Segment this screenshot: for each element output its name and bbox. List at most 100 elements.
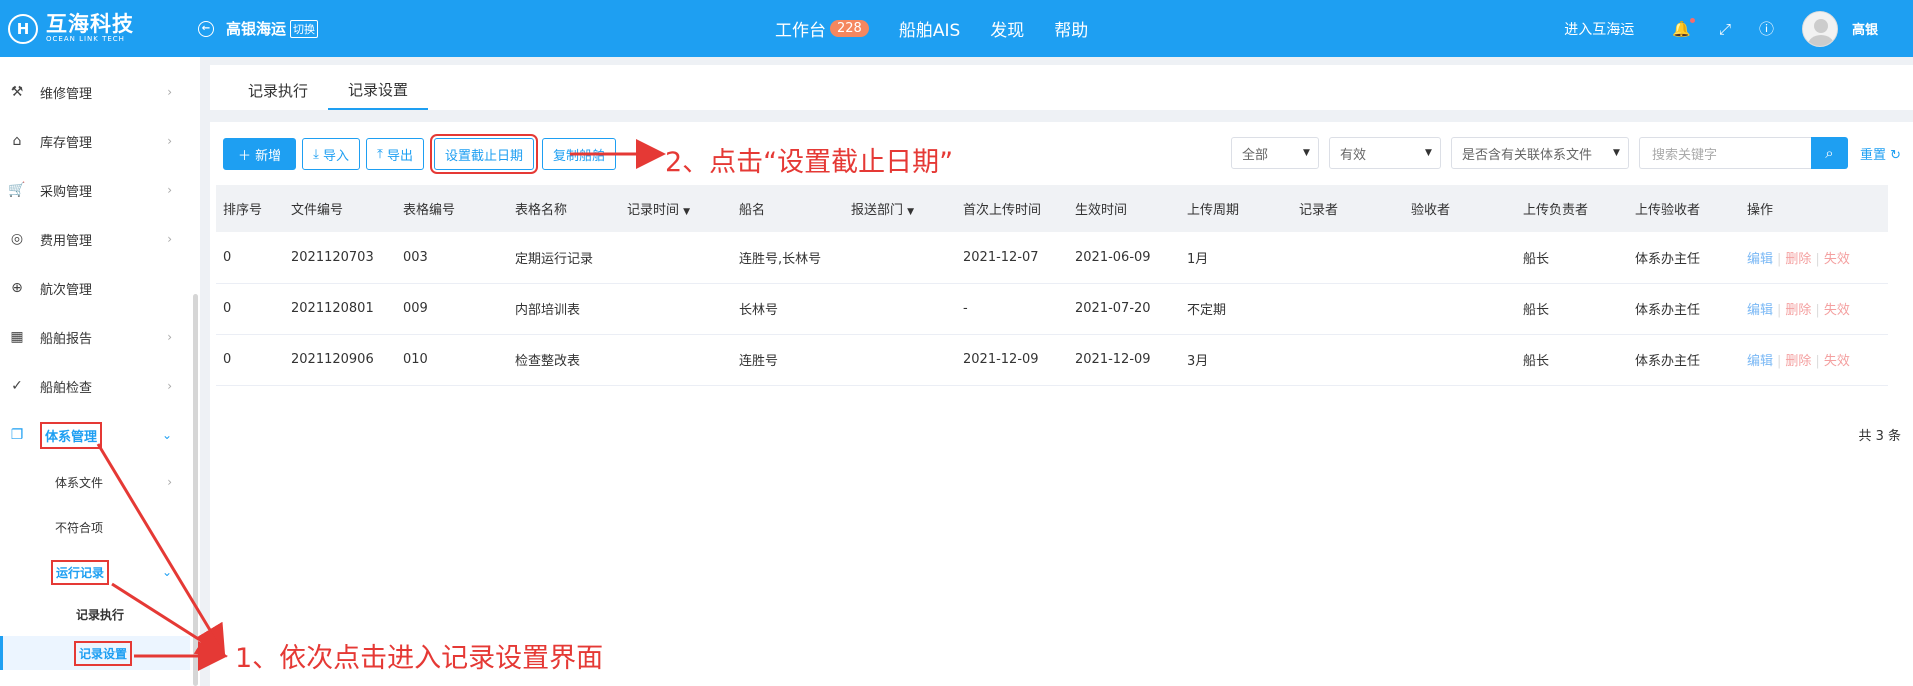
chevron-right-icon: › (167, 183, 172, 197)
cell-upload-owner: 船长 (1516, 232, 1628, 284)
fullscreen-icon[interactable]: ⤢ (1719, 20, 1731, 38)
cell-recorder (1292, 232, 1404, 284)
sidebar-item-ship-report[interactable]: ▦ 船舶报告 › (0, 317, 190, 357)
sidebar-sub-record-exec[interactable]: 记录执行 (0, 597, 190, 631)
cell-form-name: 定期运行记录 (508, 232, 620, 284)
calendar-icon: ▦ (10, 329, 24, 345)
delete-link[interactable]: 删除 (1785, 303, 1811, 318)
validity-select[interactable]: 有效 ▼ (1328, 137, 1441, 169)
delete-link[interactable]: 删除 (1785, 354, 1811, 369)
delete-link[interactable]: 删除 (1785, 252, 1811, 267)
avatar[interactable] (1801, 10, 1838, 47)
help-icon[interactable]: ⓘ (1759, 18, 1774, 39)
nav-workbench[interactable]: 工作台 228 (775, 16, 869, 41)
divider: | (1777, 354, 1782, 369)
edit-link[interactable]: 编辑 (1747, 252, 1773, 267)
nav-ais[interactable]: 船舶AIS (899, 16, 960, 41)
cell-sort-no: 0 (216, 232, 284, 284)
sidebar-sub-label: 体系文件 (55, 475, 104, 490)
sidebar-item-maintenance[interactable]: ⚒ 维修管理 › (0, 72, 190, 112)
nav-help[interactable]: 帮助 (1054, 16, 1088, 41)
invalidate-link[interactable]: 失效 (1824, 252, 1850, 267)
sidebar-item-label: 航次管理 (40, 282, 93, 298)
reset-label: 重置 (1859, 147, 1886, 163)
divider: | (1815, 303, 1820, 318)
cell-form-name: 检查整改表 (508, 334, 620, 386)
main-panel: ＋ 新增 ⤓ 导入 ⤒ 导出 设置截止日期 复制船舶 全部 ▼ 有效 ▼ 是否含… (210, 122, 1913, 686)
enter-hhy-link[interactable]: 进入互海运 (1564, 19, 1634, 39)
col-first-upload: 首次上传时间 (956, 185, 1068, 232)
toolbar: ＋ 新增 ⤓ 导入 ⤒ 导出 设置截止日期 复制船舶 (223, 134, 622, 174)
export-button[interactable]: ⤒ 导出 (366, 138, 424, 170)
col-acceptor: 验收者 (1404, 185, 1516, 232)
col-form-no: 表格编号 (396, 185, 508, 232)
reset-button[interactable]: 重置 ↻ (1860, 144, 1901, 163)
col-upload-cycle: 上传周期 (1180, 185, 1292, 232)
related-files-select[interactable]: 是否含有关联体系文件 ▼ (1450, 137, 1629, 169)
table-row: 0 2021120703 003 定期运行记录 连胜号,长林号 2021-12-… (216, 232, 1888, 284)
sidebar-sub-record-settings[interactable]: 记录设置 (0, 636, 190, 670)
sidebar-sub-nonconformity[interactable]: 不符合项 (0, 510, 190, 544)
cell-first-upload: - (956, 283, 1068, 335)
col-form-name: 表格名称 (508, 185, 620, 232)
invalidate-link[interactable]: 失效 (1824, 354, 1850, 369)
sidebar-item-ship-inspection[interactable]: ✓ 船舶检查 › (0, 366, 190, 406)
search-button[interactable]: ⌕ (1810, 137, 1848, 169)
add-button[interactable]: ＋ 新增 (223, 138, 297, 170)
cell-department (844, 334, 956, 386)
cell-actions: 编辑 | 删除 | 失效 (1740, 283, 1888, 335)
col-record-time[interactable]: 记录时间 ▼ (620, 185, 732, 232)
invalidate-link[interactable]: 失效 (1824, 303, 1850, 318)
add-button-label: 新增 (255, 148, 282, 164)
switch-button[interactable]: 切换 (290, 19, 319, 38)
nav-discover[interactable]: 发现 (990, 16, 1024, 41)
cell-form-no: 009 (396, 283, 508, 335)
cell-ship-name: 长林号 (732, 283, 844, 335)
col-department[interactable]: 报送部门 ▼ (844, 185, 956, 232)
divider: | (1777, 303, 1782, 318)
sidebar-item-label: 船舶检查 (40, 380, 93, 396)
brand-logo[interactable]: H 互海科技 OCEAN LINK TECH (0, 13, 190, 44)
cell-acceptor (1404, 232, 1516, 284)
company-switcher[interactable]: ← 高银海运 切换 (198, 18, 319, 39)
chevron-right-icon: › (167, 232, 172, 246)
col-file-no: 文件编号 (284, 185, 396, 232)
back-icon[interactable]: ← (198, 20, 214, 37)
import-button-label: 导入 (323, 148, 350, 164)
globe-icon: ⊕ (11, 280, 23, 296)
cell-record-time (620, 283, 732, 335)
sidebar-sub-label: 不符合项 (55, 520, 104, 535)
sidebar-sub-system-files[interactable]: 体系文件 › (0, 465, 190, 499)
sidebar-item-voyage[interactable]: ⊕ 航次管理 (0, 268, 190, 308)
import-button[interactable]: ⤓ 导入 (302, 138, 361, 170)
cell-acceptor (1404, 283, 1516, 335)
sidebar-sub-label: 运行记录 (51, 559, 110, 585)
table-row: 0 2021120906 010 检查整改表 连胜号 2021-12-09 20… (216, 334, 1888, 386)
cell-upload-cycle: 1月 (1180, 232, 1292, 284)
sidebar-item-purchase[interactable]: 🛒 采购管理 › (0, 170, 190, 210)
validity-value: 有效 (1339, 147, 1366, 163)
sidebar-sub-label: 记录设置 (74, 640, 133, 666)
tab-record-exec[interactable]: 记录执行 (228, 70, 328, 110)
username[interactable]: 高银 (1852, 19, 1878, 38)
edit-link[interactable]: 编辑 (1747, 303, 1773, 318)
sidebar-item-expense[interactable]: ◎ 费用管理 › (0, 219, 190, 259)
tab-record-settings[interactable]: 记录设置 (328, 70, 429, 110)
status-all-select[interactable]: 全部 ▼ (1230, 137, 1319, 169)
sidebar-item-inventory[interactable]: ⌂ 库存管理 › (0, 121, 190, 161)
cell-upload-owner: 船长 (1516, 334, 1628, 386)
cell-file-no: 2021120906 (284, 334, 396, 386)
edit-link[interactable]: 编辑 (1747, 354, 1773, 369)
table-row: 0 2021120801 009 内部培训表 长林号 - 2021-07-20 … (216, 283, 1888, 335)
sidebar-sub-run-records[interactable]: 运行记录 ⌄ (0, 555, 190, 589)
caret-down-icon: ▼ (1303, 148, 1310, 158)
sidebar-item-system[interactable]: ❐ 体系管理 ⌄ (0, 415, 190, 455)
bell-icon[interactable]: 🔔 (1672, 17, 1695, 38)
search-input[interactable]: 搜索关键字 (1638, 137, 1811, 169)
set-deadline-button[interactable]: 设置截止日期 (429, 134, 538, 174)
sidebar-item-label: 船舶报告 (40, 331, 93, 347)
chevron-right-icon: › (167, 85, 172, 99)
sidebar-scrollbar[interactable] (193, 294, 198, 686)
copy-ship-button[interactable]: 复制船舶 (541, 138, 616, 170)
top-nav: 工作台 228 船舶AIS 发现 帮助 (775, 0, 1118, 57)
